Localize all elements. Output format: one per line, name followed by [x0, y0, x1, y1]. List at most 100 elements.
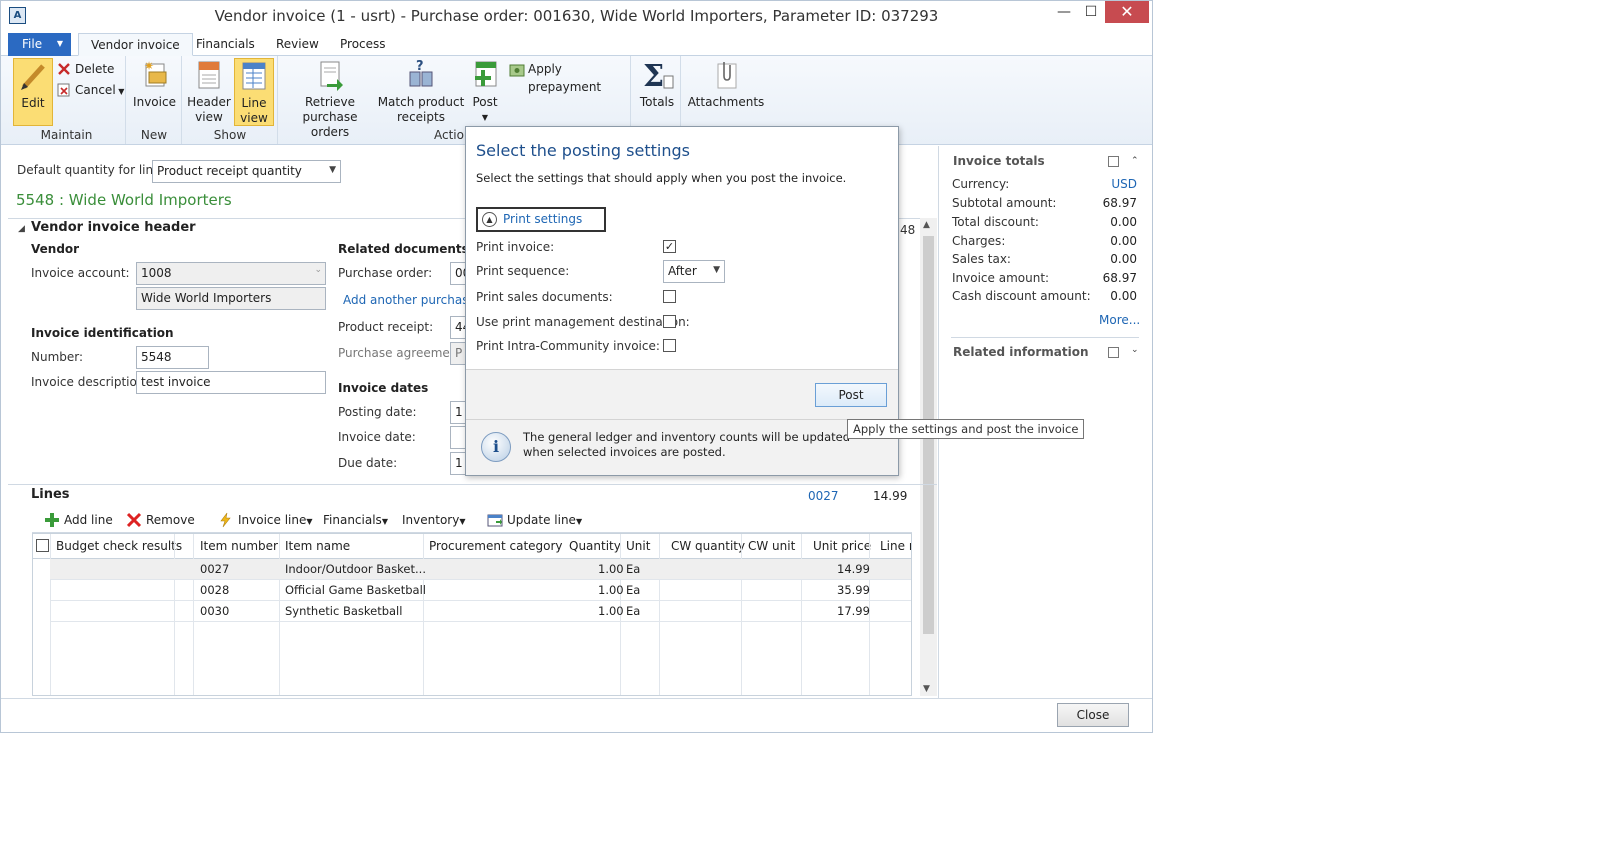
chevron-down-icon: ▼	[713, 265, 720, 275]
totals-row-currency: Currency: USD	[952, 177, 1137, 191]
currency-link[interactable]: USD	[1111, 177, 1137, 191]
add-line-button[interactable]: Add line	[44, 511, 113, 529]
totals-row-sales-tax: Sales tax: 0.00	[952, 252, 1137, 266]
collapse-triangle-icon[interactable]: ◢	[18, 224, 25, 234]
related-information-title[interactable]: Related information	[953, 345, 1089, 359]
vendor-section-title: Vendor	[31, 242, 80, 256]
tab-vendor-invoice[interactable]: Vendor invoice	[78, 33, 193, 56]
col-unit-price[interactable]: Unit price	[813, 539, 871, 553]
group-maintain: Edit Delete Cancel ▼ Maintain	[8, 56, 126, 144]
file-tab[interactable]: File ▼	[8, 33, 71, 56]
chevron-down-icon: ▼	[575, 517, 583, 526]
print-sequence-select[interactable]: After ▼	[663, 260, 725, 283]
totals-label: Sales tax:	[952, 252, 1011, 266]
inventory-menu[interactable]: Inventory▼	[382, 511, 465, 529]
match-label-1: Match product	[377, 95, 465, 109]
divider	[951, 337, 1139, 338]
select-all-checkbox[interactable]	[36, 539, 49, 552]
cell-quantity: 1.00	[598, 604, 624, 618]
print-invoice-label: Print invoice:	[476, 240, 555, 254]
apply-prepayment-button[interactable]: Apply prepayment	[509, 60, 630, 94]
retrieve-purchase-orders-button[interactable]: Retrieve purchase orders	[285, 58, 375, 140]
col-item-number[interactable]: Item number	[200, 539, 278, 553]
col-unit[interactable]: Unit	[626, 539, 650, 553]
edit-button[interactable]: Edit	[13, 58, 53, 126]
lines-summary-amount: 14.99	[873, 489, 908, 503]
update-line-menu[interactable]: Update line▼	[487, 511, 582, 529]
totals-label: Charges:	[952, 234, 1006, 248]
attachments-button[interactable]: Attachments	[687, 58, 765, 110]
table-row[interactable]: 0030 Synthetic Basketball 1.00 Ea 17.99	[50, 601, 911, 622]
line-view-button[interactable]: Line view	[234, 58, 274, 126]
post-ribbon-button[interactable]: Post ▼	[467, 58, 503, 125]
prepayment-icon	[509, 62, 525, 77]
group-caption-show: Show	[213, 128, 247, 142]
cell-item-name: Official Game Basketball	[285, 583, 426, 597]
ribbon-tab-bar: File ▼ Vendor invoice Financials Review P…	[1, 32, 1152, 82]
totals-label: Totals	[639, 95, 675, 109]
match-product-receipts-button[interactable]: ? Match product receipts	[377, 58, 465, 125]
chevron-up-icon[interactable]: ⌃	[1131, 156, 1139, 166]
tab-financials[interactable]: Financials	[184, 33, 267, 56]
post-button[interactable]: Post	[815, 383, 887, 407]
more-link[interactable]: More...	[1099, 313, 1140, 327]
close-window-icon[interactable]: ✕	[1105, 1, 1149, 23]
col-item-name[interactable]: Item name	[285, 539, 350, 553]
print-settings-toggle[interactable]: ▲ Print settings	[476, 207, 606, 232]
factbox-settings-icon[interactable]	[1108, 347, 1119, 358]
financials-menu[interactable]: Financials▼	[303, 511, 388, 529]
post-icon	[468, 58, 502, 92]
lines-summary-item[interactable]: 0027	[808, 489, 839, 503]
cancel-button[interactable]: Cancel ▼	[57, 81, 124, 99]
totals-row-cash-discount: Cash discount amount: 0.00	[952, 289, 1137, 303]
minimize-icon[interactable]: —	[1051, 1, 1077, 23]
col-line-net[interactable]: Line r	[880, 539, 911, 553]
tab-process[interactable]: Process	[328, 33, 398, 56]
col-quantity[interactable]: Quantity	[569, 539, 621, 553]
default-quantity-select[interactable]: Product receipt quantity ▼	[152, 160, 341, 183]
group-new: ✷ Invoice New	[127, 56, 182, 144]
form-scrollbar[interactable]: ▲ ▼	[920, 218, 937, 696]
invoice-account-field[interactable]: 1008 ⌄	[136, 262, 326, 285]
table-row[interactable]: 0028 Official Game Basketball 1.00 Ea 35…	[50, 580, 911, 601]
lines-toolbar: Add line Remove Invoice line▼ Financials…	[32, 508, 912, 533]
print-invoice-checkbox[interactable]: ✓	[663, 240, 676, 253]
scroll-up-icon[interactable]: ▲	[923, 220, 930, 230]
invoice-line-menu[interactable]: Invoice line▼	[218, 511, 313, 529]
col-budget-check[interactable]: Budget check results	[56, 539, 182, 553]
print-management-label: Use print management destination:	[476, 315, 690, 329]
delete-label: Delete	[75, 62, 115, 76]
close-button[interactable]: Close	[1057, 703, 1129, 727]
cell-item-number: 0028	[200, 583, 230, 597]
new-invoice-label: Invoice	[133, 95, 176, 109]
line-view-label-1: Line	[241, 96, 267, 110]
invoice-description-field[interactable]: test invoice	[136, 371, 326, 394]
invoice-number-field[interactable]: 5548	[136, 346, 209, 369]
col-procurement-category[interactable]: Procurement category	[429, 539, 563, 553]
tab-review[interactable]: Review	[264, 33, 331, 56]
invoice-totals-title[interactable]: Invoice totals	[953, 154, 1045, 168]
col-cw-unit[interactable]: CW unit	[748, 539, 795, 553]
table-row[interactable]: 0027 Indoor/Outdoor Basket... 1.00 Ea 14…	[50, 559, 911, 580]
col-cw-quantity[interactable]: CW quantity	[671, 539, 745, 553]
invoice-account-label: Invoice account:	[31, 266, 130, 280]
chevron-down-icon[interactable]: ⌄	[1131, 345, 1139, 355]
header-view-button[interactable]: Header view	[187, 58, 231, 125]
totals-row-charges: Charges: 0.00	[952, 234, 1137, 248]
print-sales-documents-checkbox[interactable]	[663, 290, 676, 303]
chevron-down-icon: ▼	[115, 87, 125, 96]
cancel-document-icon	[57, 83, 71, 97]
new-invoice-button[interactable]: ✷ Invoice	[132, 58, 177, 110]
intra-community-checkbox[interactable]	[663, 339, 676, 352]
scroll-down-icon[interactable]: ▼	[923, 684, 930, 694]
lines-section-title[interactable]: Lines	[31, 487, 70, 502]
header-section-title[interactable]: Vendor invoice header	[31, 220, 196, 235]
delete-button[interactable]: Delete	[57, 60, 114, 78]
dialog-footer: Post	[466, 369, 898, 419]
maximize-icon[interactable]: ☐	[1077, 1, 1105, 23]
print-management-checkbox[interactable]	[663, 315, 676, 328]
factbox-settings-icon[interactable]	[1108, 156, 1119, 167]
totals-button[interactable]: Σ Totals	[637, 58, 677, 110]
totals-label: Total discount:	[952, 215, 1039, 229]
remove-line-button[interactable]: Remove	[126, 511, 195, 529]
